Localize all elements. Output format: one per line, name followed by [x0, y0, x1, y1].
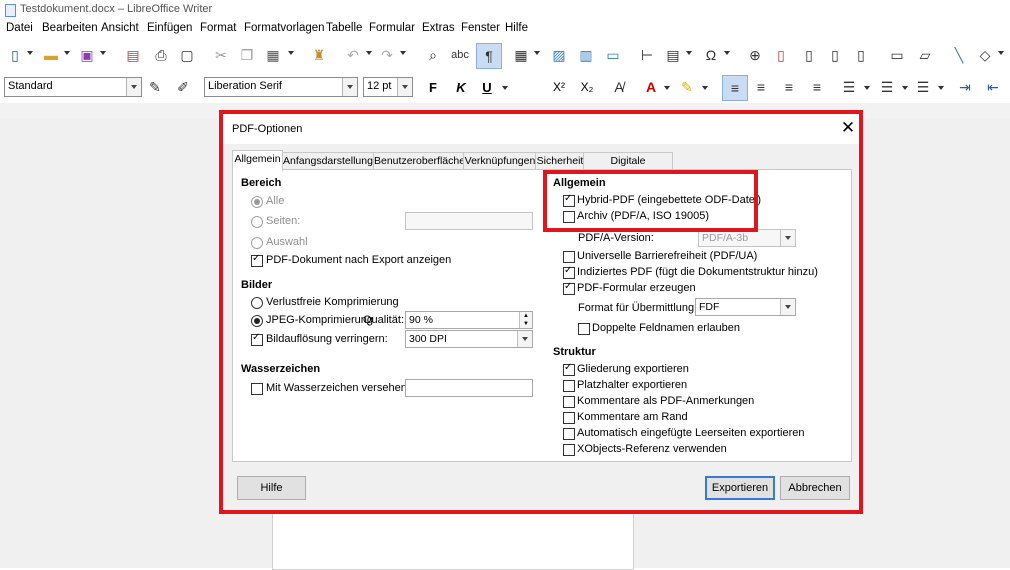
redo-caret-icon[interactable]	[400, 51, 406, 55]
insert-textbox-icon[interactable]: ▭	[604, 46, 622, 64]
clear-formatting-icon[interactable]: A̸	[610, 78, 628, 96]
track-changes-icon[interactable]: ▱	[916, 46, 934, 64]
cross-reference-icon[interactable]: ▯	[852, 46, 870, 64]
underline-caret-icon[interactable]	[502, 86, 508, 90]
table-caret-icon[interactable]	[534, 51, 540, 55]
open-caret-icon[interactable]	[64, 51, 70, 55]
bullet-caret-icon[interactable]	[864, 86, 870, 90]
clone-formatting-icon[interactable]: ♜	[310, 46, 328, 64]
menu-formatvorlagen[interactable]: Formatvorlagen	[244, 22, 325, 34]
basic-shapes-icon[interactable]: ◇	[976, 46, 994, 64]
underline-button[interactable]: U	[478, 77, 496, 97]
bold-button[interactable]: F	[424, 77, 442, 97]
menu-formular[interactable]: Formular	[369, 22, 415, 34]
menu-hilfe[interactable]: Hilfe	[505, 22, 528, 34]
comment-icon[interactable]: ▭	[888, 46, 906, 64]
window-title: Testdokument.docx – LibreOffice Writer	[20, 3, 213, 15]
font-color-icon[interactable]: A	[642, 78, 660, 96]
redo-icon[interactable]: ↷	[378, 46, 396, 64]
print-icon[interactable]: ⎙	[152, 46, 170, 64]
menu-einfuegen[interactable]: Einfügen	[147, 22, 192, 34]
align-right-icon[interactable]: ≡	[780, 78, 798, 96]
save-caret-icon[interactable]	[100, 51, 106, 55]
font-size-value: 12 pt	[367, 80, 392, 92]
field-caret-icon[interactable]	[686, 51, 692, 55]
increase-indent-icon[interactable]: ⇥	[956, 78, 974, 96]
bookmark-icon[interactable]: ▯	[826, 46, 844, 64]
undo-icon[interactable]: ↶	[344, 46, 362, 64]
cut-icon[interactable]: ✂	[212, 46, 230, 64]
insert-chart-icon[interactable]: ▥	[577, 46, 595, 64]
open-folder-icon[interactable]: ▬	[42, 46, 60, 64]
footnote-icon[interactable]: ▯	[772, 46, 790, 64]
numbered-list-icon[interactable]: ☰	[878, 78, 896, 96]
print-preview-icon[interactable]: ▢	[178, 46, 196, 64]
copy-icon[interactable]: ❐	[238, 46, 256, 64]
shapes-caret-icon[interactable]	[998, 51, 1004, 55]
paragraph-style-value: Standard	[8, 80, 53, 92]
menu-tabelle[interactable]: Tabelle	[326, 22, 362, 34]
line-icon[interactable]: ╲	[950, 46, 968, 64]
menu-bar: Datei Bearbeiten Ansicht Einfügen Format…	[0, 20, 1010, 40]
decrease-indent-icon[interactable]: ⇤	[984, 78, 1002, 96]
chevron-down-icon[interactable]	[126, 78, 141, 96]
hyperlink-icon[interactable]: ⊕	[746, 46, 764, 64]
chevron-down-icon[interactable]	[397, 78, 412, 96]
outline-caret-icon[interactable]	[938, 86, 944, 90]
new-caret-icon[interactable]	[27, 51, 33, 55]
highlighting-icon[interactable]: ✎	[678, 78, 696, 96]
font-name-value: Liberation Serif	[208, 80, 282, 92]
paragraph-style-combo[interactable]: Standard	[4, 77, 142, 97]
new-style-icon[interactable]: ✐	[174, 78, 192, 96]
update-style-icon[interactable]: ✎	[146, 78, 164, 96]
new-document-icon[interactable]: ▯	[6, 46, 24, 64]
align-center-icon[interactable]: ≡	[752, 78, 770, 96]
spellcheck-icon[interactable]: abc	[451, 46, 469, 64]
chevron-down-icon[interactable]	[342, 78, 357, 96]
endnote-icon[interactable]: ▯	[800, 46, 818, 64]
special-character-icon[interactable]: Ω	[702, 46, 720, 64]
export-pdf-icon[interactable]: ▤	[124, 46, 142, 64]
align-left-icon[interactable]: ≡	[722, 75, 748, 101]
outline-list-icon[interactable]: ☰	[914, 78, 932, 96]
red-highlight-box	[543, 170, 758, 232]
font-color-caret-icon[interactable]	[664, 86, 670, 90]
superscript-button[interactable]: X²	[546, 77, 572, 97]
special-char-caret-icon[interactable]	[724, 51, 730, 55]
menu-fenster[interactable]: Fenster	[461, 22, 500, 34]
menu-format[interactable]: Format	[200, 22, 236, 34]
numbered-caret-icon[interactable]	[902, 86, 908, 90]
paste-caret-icon[interactable]	[288, 51, 294, 55]
insert-table-icon[interactable]: ▦	[512, 46, 530, 64]
menu-ansicht[interactable]: Ansicht	[101, 22, 139, 34]
justify-icon[interactable]: ≡	[808, 78, 826, 96]
find-replace-icon[interactable]: ⌕	[424, 46, 442, 64]
menu-bearbeiten[interactable]: Bearbeiten	[42, 22, 98, 34]
insert-field-icon[interactable]: ▤	[664, 46, 682, 64]
menu-extras[interactable]: Extras	[422, 22, 455, 34]
insert-image-icon[interactable]: ▨	[550, 46, 568, 64]
bullet-list-icon[interactable]: ☰	[840, 78, 858, 96]
title-bar: Testdokument.docx – LibreOffice Writer	[0, 0, 1010, 20]
undo-caret-icon[interactable]	[366, 51, 372, 55]
highlight-caret-icon[interactable]	[702, 86, 708, 90]
font-name-combo[interactable]: Liberation Serif	[204, 77, 358, 97]
italic-button[interactable]: K	[452, 77, 470, 97]
save-icon[interactable]: ▣	[78, 46, 96, 64]
menu-datei[interactable]: Datei	[6, 22, 33, 34]
font-size-combo[interactable]: 12 pt	[363, 77, 413, 97]
red-highlight-frame	[219, 110, 863, 514]
subscript-button[interactable]: X₂	[574, 77, 600, 97]
page-break-icon[interactable]: ⊢	[638, 46, 656, 64]
formatting-marks-icon[interactable]: ¶	[476, 43, 502, 69]
paste-icon[interactable]: ▦	[264, 46, 282, 64]
standard-toolbar: ▯ ▬ ▣ ▤ ⎙ ▢ ✂ ❐ ▦ ♜ ↶ ↷ ⌕ abc ¶ ▦ ▨ ▥ ▭ …	[0, 40, 1010, 72]
writer-app-icon	[5, 4, 16, 17]
